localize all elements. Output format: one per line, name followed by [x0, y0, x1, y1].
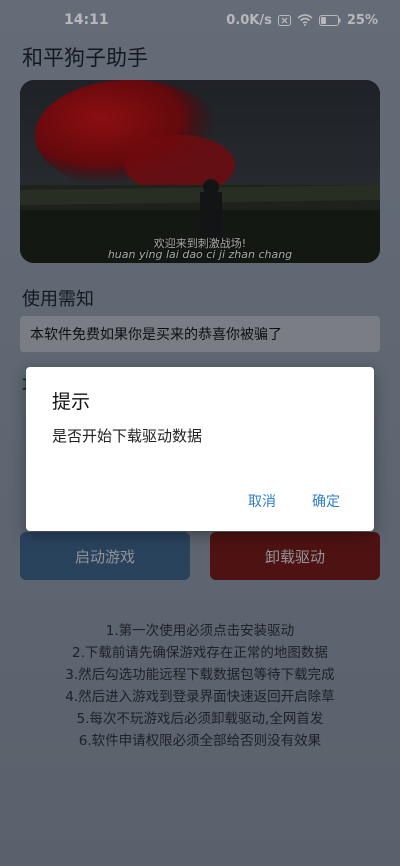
dialog-cancel-button[interactable]: 取消 [248, 491, 276, 511]
dialog-message: 是否开始下载驱动数据 [52, 427, 203, 445]
confirm-dialog: 提示 是否开始下载驱动数据 取消 确定 [26, 367, 374, 531]
dialog-confirm-button[interactable]: 确定 [312, 491, 340, 511]
dialog-title: 提示 [52, 391, 91, 413]
